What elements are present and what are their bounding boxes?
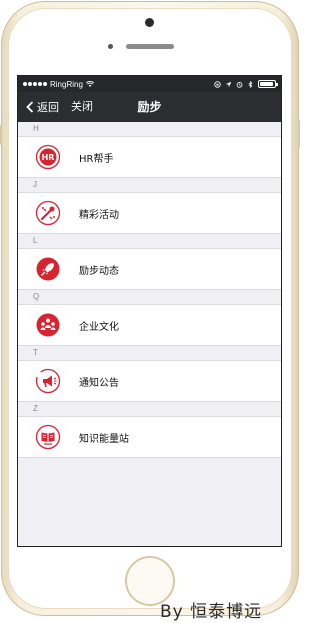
section-header-h: H xyxy=(18,122,281,136)
section-header-q: Q xyxy=(18,290,281,304)
section-header-j: J xyxy=(18,178,281,192)
list-item-culture[interactable]: 企业文化 xyxy=(18,304,281,346)
location-icon xyxy=(225,81,232,87)
rocket-icon xyxy=(35,256,61,282)
list-item-label: 励步动态 xyxy=(79,265,119,277)
list-item-label: 知识能量站 xyxy=(79,433,129,445)
megaphone-icon xyxy=(35,368,61,394)
page-title: 励步 xyxy=(137,100,162,114)
section-header-t: T xyxy=(18,346,281,360)
list-item-label: 企业文化 xyxy=(79,321,119,333)
navigation-bar: 返回 关闭 励步 xyxy=(18,92,281,122)
list-item-notice[interactable]: 通知公告 xyxy=(18,360,281,402)
watermark-text: By 恒泰博远 xyxy=(160,602,263,622)
list-item-label: 精彩活动 xyxy=(79,209,119,221)
list-item-label: HR帮手 xyxy=(79,153,114,165)
app-list: H HR HR帮手 J 精彩活动 L 励步动态 Q 企业文化 T 通知公告 Z … xyxy=(18,122,281,458)
culture-icon xyxy=(35,312,61,338)
hr-icon: HR xyxy=(35,144,61,170)
carrier-name: RingRing xyxy=(50,79,83,89)
earpiece-speaker xyxy=(126,44,174,49)
list-item-label: 通知公告 xyxy=(79,377,119,389)
volume-button xyxy=(0,125,2,145)
activity-icon xyxy=(35,200,61,226)
list-item-knowledge[interactable]: 知识能量站 xyxy=(18,416,281,458)
proximity-sensor xyxy=(108,44,113,49)
power-button xyxy=(298,120,300,148)
bluetooth-icon xyxy=(248,80,253,88)
list-item-news[interactable]: 励步动态 xyxy=(18,248,281,290)
section-header-l: L xyxy=(18,234,281,248)
list-item-activities[interactable]: 精彩活动 xyxy=(18,192,281,234)
status-icons xyxy=(214,80,278,88)
section-header-z: Z xyxy=(18,402,281,416)
status-bar: RingRing xyxy=(18,76,281,92)
phone-screen: RingRing 返回 关闭 励步 H HR HR帮手 J 精彩活动 L 励步动… xyxy=(17,75,282,547)
battery-level xyxy=(260,82,273,86)
list-item-hr-helper[interactable]: HR HR帮手 xyxy=(18,136,281,178)
book-icon xyxy=(35,424,61,450)
battery-icon xyxy=(258,80,278,88)
signal-dots-icon xyxy=(23,82,47,86)
orientation-lock-icon xyxy=(214,80,221,88)
front-camera xyxy=(145,18,154,27)
wifi-icon xyxy=(85,80,94,87)
alarm-icon xyxy=(236,81,243,88)
svg-text:HR: HR xyxy=(42,153,55,162)
